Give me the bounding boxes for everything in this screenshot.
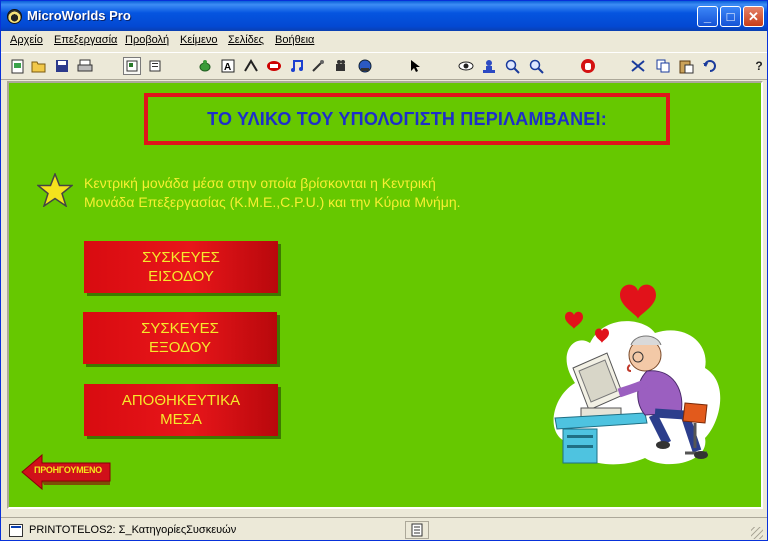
undo-icon[interactable] (700, 57, 718, 75)
page-heading: ΤΟ ΥΛΙΚΟ ΤΟΥ ΥΠΟΛΟΓΙΣΤΗ ΠΕΡΙΛΑΜΒΑΝΕΙ: (207, 108, 607, 129)
previous-button[interactable]: ΠΡΟΗΓΟΥΜΕΝΟ (20, 452, 112, 492)
output-devices-button[interactable]: ΣΥΣΚΕΥΕΣ ΕΞΟΔΟΥ (83, 312, 277, 364)
text-box-icon[interactable]: A (219, 57, 237, 75)
heading-box: ΤΟ ΥΛΙΚΟ ΤΟΥ ΥΠΟΛΟΓΙΣΤΗ ΠΕΡΙΛΑΜΒΑΝΕΙ: (144, 93, 670, 145)
window-title: MicroWorlds Pro (27, 8, 131, 23)
output-devices-line-1: ΣΥΣΚΕΥΕΣ (141, 320, 219, 337)
menu-help[interactable]: Βοήθεια (275, 34, 314, 46)
microworlds-app-icon[interactable] (7, 9, 22, 24)
storage-media-line-1: ΑΠΟΘΗΚΕΥΤΙΚΑ (121, 392, 241, 409)
person-at-computer-image (553, 284, 721, 465)
menu-bar: Αρχείο Επεξεργασία Προβολή Κείμενο Σελίδ… (1, 31, 767, 51)
storage-media-button[interactable]: ΑΠΟΘΗΚΕΥΤΙΚΑ ΜΕΣΑ (84, 384, 278, 436)
record-icon[interactable] (356, 57, 374, 75)
procedures-view-icon[interactable] (146, 57, 164, 75)
open-icon[interactable] (30, 57, 48, 75)
star-icon (37, 173, 73, 207)
page-list-icon (411, 523, 423, 537)
resize-grip[interactable] (751, 527, 763, 539)
menu-text[interactable]: Κείμενο (180, 34, 218, 46)
pointer-icon[interactable] (406, 57, 424, 75)
music-icon[interactable] (288, 57, 306, 75)
paste-icon[interactable] (677, 57, 695, 75)
menu-pages[interactable]: Σελίδες (228, 34, 264, 46)
svg-text:A: A (224, 62, 231, 73)
toolbar: A ? (1, 52, 767, 80)
description-line-2: Μονάδα Επεξεργασίας (Κ.Μ.Ε.,C.P.U.) και … (84, 194, 461, 210)
page-view-icon[interactable] (123, 57, 141, 75)
output-devices-line-2: ΕΞΟΔΟΥ (149, 339, 211, 356)
print-icon[interactable] (76, 57, 94, 75)
maximize-button[interactable]: □ (720, 6, 741, 27)
zoom-out-icon[interactable] (527, 57, 545, 75)
description-line-1: Κεντρική μονάδα μέσα στην οποία βρίσκοντ… (84, 175, 436, 191)
help-icon[interactable]: ? (753, 57, 765, 75)
title-bar[interactable]: MicroWorlds Pro _ □ ✕ (1, 1, 767, 31)
menu-view[interactable]: Προβολή (125, 34, 169, 46)
page-list-button[interactable] (405, 521, 429, 539)
stop-icon[interactable] (579, 57, 597, 75)
menu-edit[interactable]: Επεξεργασία (54, 34, 117, 46)
project-page[interactable]: ΤΟ ΥΛΙΚΟ ΤΟΥ ΥΠΟΛΟΓΙΣΤΗ ΠΕΡΙΛΑΜΒΑΝΕΙ: Κε… (10, 83, 756, 503)
zoom-in-icon[interactable] (503, 57, 521, 75)
button-icon[interactable] (242, 57, 260, 75)
slider-icon[interactable] (265, 57, 283, 75)
sound-icon[interactable] (309, 57, 327, 75)
new-page-icon[interactable] (9, 57, 27, 75)
input-devices-button[interactable]: ΣΥΣΚΕΥΕΣ ΕΙΣΟΔΟΥ (84, 241, 278, 293)
previous-label: ΠΡΟΗΓΟΥΜΕΝΟ (34, 465, 102, 475)
app-window: MicroWorlds Pro _ □ ✕ Αρχείο Επεξεργασία… (0, 0, 768, 541)
minimize-button[interactable]: _ (697, 6, 718, 27)
save-icon[interactable] (53, 57, 71, 75)
close-button[interactable]: ✕ (743, 6, 764, 27)
new-turtle-icon[interactable] (196, 57, 214, 75)
video-icon[interactable] (333, 57, 351, 75)
input-devices-line-1: ΣΥΣΚΕΥΕΣ (142, 249, 220, 266)
status-text: PRINTOTELOS2: Σ_ΚατηγορίεςΣυσκευών (29, 524, 237, 536)
eye-icon[interactable] (457, 57, 475, 75)
status-bar: PRINTOTELOS2: Σ_ΚατηγορίεςΣυσκευών (1, 517, 767, 541)
project-file-icon (9, 524, 23, 537)
description-text: Κεντρική μονάδα μέσα στην οποία βρίσκοντ… (84, 174, 554, 212)
menu-file[interactable]: Αρχείο (10, 34, 43, 46)
stamp-icon[interactable] (480, 57, 498, 75)
copy-icon[interactable] (654, 57, 672, 75)
cut-icon[interactable] (629, 57, 647, 75)
storage-media-line-2: ΜΕΣΑ (160, 411, 202, 428)
input-devices-line-2: ΕΙΣΟΔΟΥ (148, 268, 214, 285)
